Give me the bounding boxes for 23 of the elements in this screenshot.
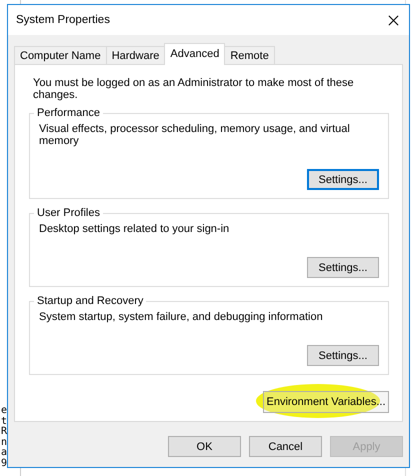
tab[interactable]: Computer Name bbox=[14, 46, 107, 65]
background-text: n bbox=[1, 438, 8, 448]
dialog-button[interactable]: Cancel bbox=[249, 436, 322, 457]
group-title: Performance bbox=[36, 107, 101, 119]
background-text: t bbox=[1, 416, 8, 426]
group-description: System startup, system failure, and debugging information bbox=[39, 311, 324, 323]
background-text: e bbox=[1, 406, 8, 416]
settings-button[interactable]: Settings... bbox=[307, 345, 379, 366]
dialog-button[interactable]: OK bbox=[168, 436, 241, 457]
group-description: Desktop settings related to your sign-in bbox=[39, 223, 230, 235]
settings-button[interactable]: Settings... bbox=[307, 169, 379, 190]
group-description: Visual effects, processor scheduling, memory usage, and virtual memory bbox=[39, 123, 351, 147]
group-title: Startup and Recovery bbox=[36, 295, 144, 307]
tab[interactable]: Advanced bbox=[164, 43, 226, 65]
close-icon[interactable] bbox=[388, 14, 399, 26]
group-title: User Profiles bbox=[36, 207, 101, 219]
tab[interactable]: Remote bbox=[224, 46, 275, 65]
settings-button[interactable]: Settings... bbox=[307, 257, 379, 278]
background-text: a bbox=[1, 448, 8, 458]
window-title: System Properties bbox=[16, 14, 110, 26]
background-text: R bbox=[1, 427, 8, 437]
notice-text: You must be logged on as an Administrator to make most of these changes. bbox=[33, 77, 355, 101]
background-text: 9 bbox=[1, 458, 8, 468]
